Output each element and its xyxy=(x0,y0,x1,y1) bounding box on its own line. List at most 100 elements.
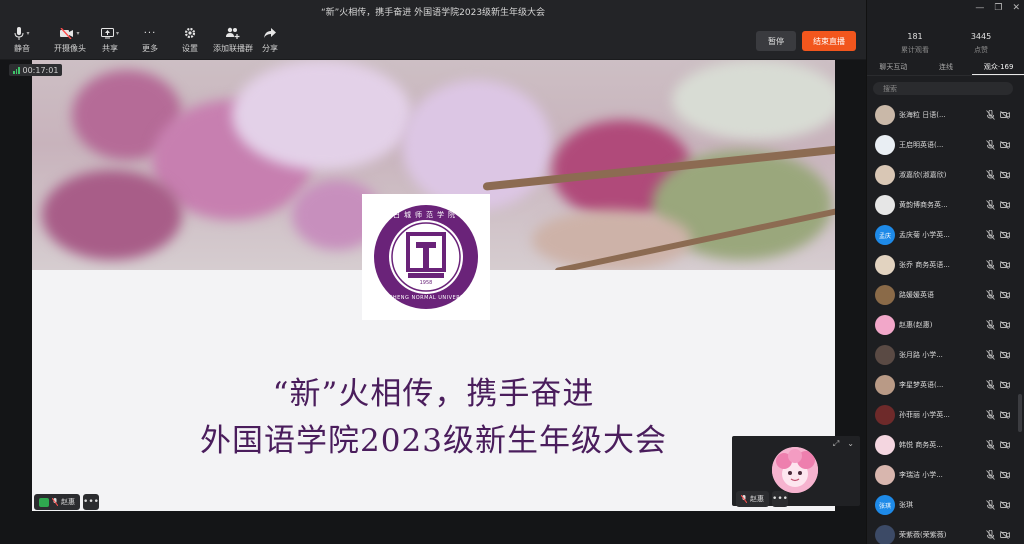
gear-icon xyxy=(184,27,196,39)
end-live-button[interactable]: 结束直播 xyxy=(802,31,856,51)
tab-audience[interactable]: 观众·169 xyxy=(972,60,1024,75)
settings-button[interactable]: 设置 xyxy=(182,26,198,54)
avatar xyxy=(875,375,895,395)
pip-name: 赵惠 xyxy=(750,495,764,503)
list-item[interactable]: 张月路 小学... xyxy=(867,340,1024,370)
add-group-button[interactable]: 添加联播群 xyxy=(213,26,253,54)
chevron-down-icon[interactable]: ▾ xyxy=(26,30,29,37)
self-name-pill[interactable]: 赵惠 xyxy=(34,494,80,510)
self-name: 赵惠 xyxy=(61,498,75,506)
camera-off-icon[interactable] xyxy=(1000,171,1010,179)
microphone-icon[interactable] xyxy=(986,230,995,240)
microphone-icon[interactable] xyxy=(986,140,995,150)
microphone-icon[interactable] xyxy=(986,380,995,390)
chevron-down-icon[interactable]: ▾ xyxy=(116,30,119,37)
microphone-icon[interactable] xyxy=(986,110,995,120)
camera-off-icon[interactable] xyxy=(1000,141,1010,149)
live-timer: 00:17:01 xyxy=(9,64,63,76)
audience-search-input[interactable] xyxy=(873,82,1013,95)
self-more-button[interactable]: ••• xyxy=(83,494,99,510)
expand-icon[interactable]: ⤢ xyxy=(833,439,839,449)
avatar xyxy=(875,165,895,185)
camera-off-icon[interactable] xyxy=(1000,411,1010,419)
camera-off-icon[interactable] xyxy=(1000,501,1010,509)
list-item[interactable]: 李瑞洁 小学... xyxy=(867,460,1024,490)
list-item[interactable]: 李星梦英语(... xyxy=(867,370,1024,400)
microphone-icon[interactable] xyxy=(986,440,995,450)
camera-off-icon[interactable] xyxy=(1000,531,1010,539)
list-item[interactable]: 淑嘉欣(淑嘉欣) xyxy=(867,160,1024,190)
camera-off-icon[interactable] xyxy=(1000,111,1010,119)
share-link-button[interactable]: 分享 xyxy=(262,26,278,54)
microphone-icon xyxy=(52,498,58,506)
avatar xyxy=(875,345,895,365)
participant-name: 李星梦英语(... xyxy=(899,381,944,389)
pip-avatar xyxy=(772,447,818,493)
participant-name: 黄韵博商务英... xyxy=(899,201,948,209)
list-item[interactable]: 张乔 商务英语... xyxy=(867,250,1024,280)
microphone-icon[interactable] xyxy=(986,470,995,480)
avatar xyxy=(875,405,895,425)
camera-off-icon[interactable] xyxy=(1000,471,1010,479)
microphone-icon[interactable] xyxy=(986,530,995,540)
avatar xyxy=(875,105,895,125)
microphone-icon[interactable] xyxy=(986,320,995,330)
tab-connect[interactable]: 连线 xyxy=(920,60,973,75)
participant-name: 荣紫薇(荣紫薇) xyxy=(899,531,947,539)
list-item[interactable]: 韩悦 商务英... xyxy=(867,430,1024,460)
camera-off-icon[interactable] xyxy=(1000,291,1010,299)
participant-name: 张海粒 日语(... xyxy=(899,111,946,119)
more-button[interactable]: ··· 更多 xyxy=(142,26,158,54)
list-item[interactable]: 黄韵博商务英... xyxy=(867,190,1024,220)
settings-label: 设置 xyxy=(182,44,198,53)
camera-label: 开摄像头 xyxy=(54,44,86,53)
list-item[interactable]: 孟庆 孟庆菊 小学英... xyxy=(867,220,1024,250)
window-titlebar: “新”火相传，携手奋进 外国语学院2023级新生年级大会 xyxy=(0,0,866,22)
mute-button[interactable]: ▾ 静音 xyxy=(14,26,30,54)
participant-name: 孙菲丽 小学英... xyxy=(899,411,950,419)
restore-icon[interactable]: ❐ xyxy=(994,3,1002,13)
camera-off-icon[interactable] xyxy=(1000,441,1010,449)
list-item[interactable]: 赵惠(赵惠) xyxy=(867,310,1024,340)
list-item[interactable]: 路媛媛英语 xyxy=(867,280,1024,310)
mute-label: 静音 xyxy=(14,44,30,53)
collapse-icon[interactable]: ⌄ xyxy=(847,439,854,449)
camera-off-icon[interactable] xyxy=(1000,381,1010,389)
participant-name: 王启明英语(... xyxy=(899,141,944,149)
list-item[interactable]: 王启明英语(... xyxy=(867,130,1024,160)
microphone-icon xyxy=(14,26,24,40)
microphone-icon[interactable] xyxy=(986,260,995,270)
camera-off-icon[interactable] xyxy=(1000,321,1010,329)
camera-off-icon[interactable] xyxy=(1000,261,1010,269)
share-screen-button[interactable]: ▾ 共享 xyxy=(101,26,119,54)
tab-chat[interactable]: 聊天互动 xyxy=(867,60,920,75)
camera-off-icon[interactable] xyxy=(1000,231,1010,239)
microphone-icon[interactable] xyxy=(986,170,995,180)
participant-name: 赵惠(赵惠) xyxy=(899,321,933,329)
participant-scrollbar[interactable] xyxy=(1018,100,1022,520)
close-icon[interactable]: ✕ xyxy=(1012,3,1020,13)
share-arrow-icon xyxy=(264,27,276,38)
pip-video[interactable]: ⤢ ⌄ 赵惠 ••• xyxy=(732,436,860,507)
pip-more-button[interactable]: ••• xyxy=(772,491,788,507)
camera-off-icon[interactable] xyxy=(1000,201,1010,209)
pause-button[interactable]: 暂停 xyxy=(756,31,796,51)
list-item[interactable]: 张海粒 日语(... xyxy=(867,100,1024,130)
microphone-icon[interactable] xyxy=(986,350,995,360)
pip-name-pill[interactable]: 赵惠 xyxy=(736,491,769,507)
minimize-icon[interactable]: — xyxy=(975,3,984,13)
list-item[interactable]: 张琪 张琪 xyxy=(867,490,1024,520)
chevron-down-icon[interactable]: ▾ xyxy=(76,30,79,37)
list-item[interactable]: 孙菲丽 小学英... xyxy=(867,400,1024,430)
microphone-icon[interactable] xyxy=(986,410,995,420)
microphone-icon[interactable] xyxy=(986,200,995,210)
share-link-label: 分享 xyxy=(262,44,278,53)
slide-title-line2: 外国语学院2023级新生年级大会 xyxy=(200,423,667,459)
list-item[interactable]: 荣紫薇(荣紫薇) xyxy=(867,520,1024,544)
camera-button[interactable]: ▾ 开摄像头 xyxy=(54,26,86,54)
participant-name: 张琪 xyxy=(899,501,913,509)
participant-name: 淑嘉欣(淑嘉欣) xyxy=(899,171,947,179)
microphone-icon[interactable] xyxy=(986,500,995,510)
microphone-icon[interactable] xyxy=(986,290,995,300)
camera-off-icon[interactable] xyxy=(1000,351,1010,359)
